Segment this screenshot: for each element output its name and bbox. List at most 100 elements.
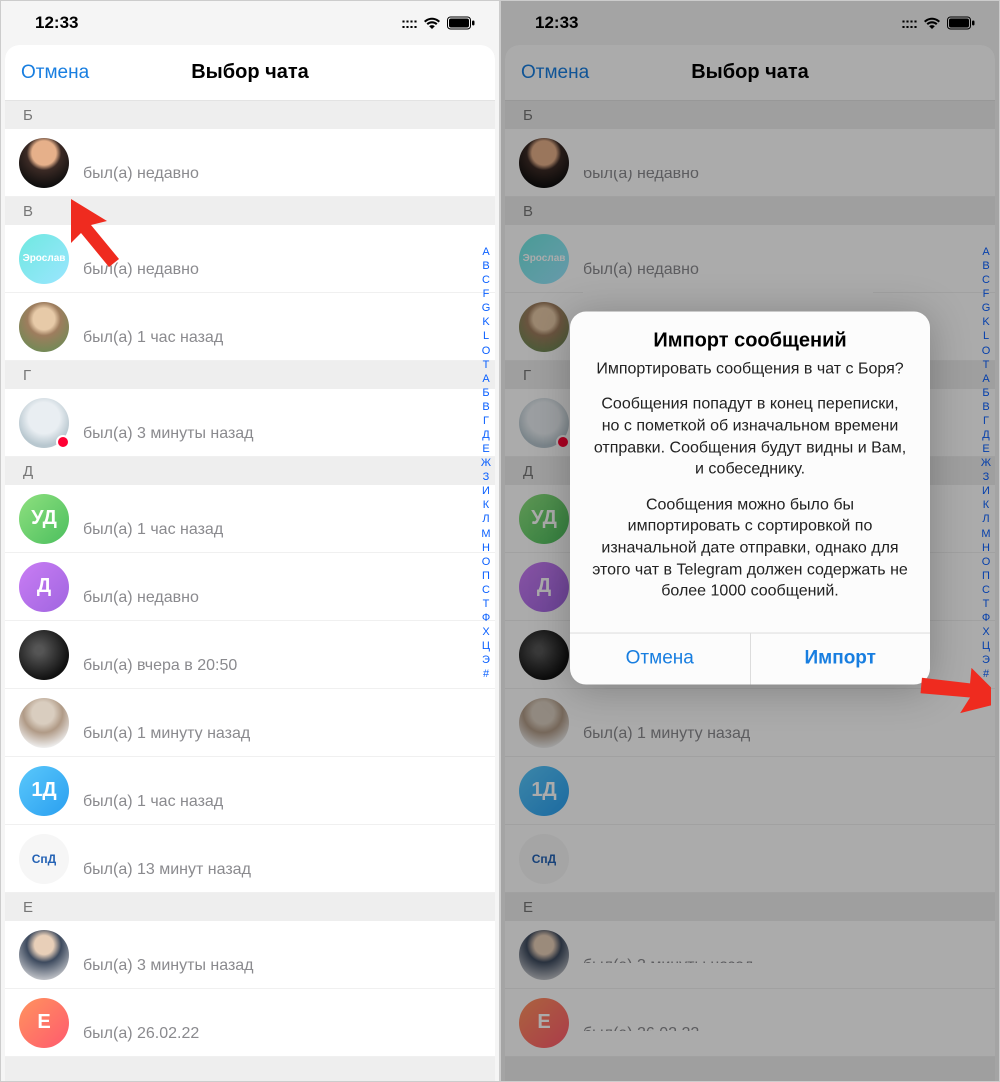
chat-row[interactable]: был(а) недавно: [5, 129, 495, 197]
status-time: 12:33: [35, 13, 78, 33]
chat-row[interactable]: УД был(а) 1 час назад: [5, 485, 495, 553]
section-header: Г: [5, 361, 495, 389]
chat-row[interactable]: был(а) вчера в 20:50: [5, 621, 495, 689]
index-letter[interactable]: F: [479, 287, 493, 301]
avatar: Д: [19, 562, 69, 612]
chat-status: был(а) 26.02.22: [83, 1025, 481, 1043]
chat-row[interactable]: Е был(а) 26.02.22: [5, 989, 495, 1057]
avatar: [19, 930, 69, 980]
avatar: СпД: [19, 834, 69, 884]
sheet: Отмена Выбор чата Б был(а) недавно В Эро…: [5, 45, 495, 1081]
status-right: ::::: [401, 15, 475, 32]
nav-bar: Отмена Выбор чата: [5, 45, 495, 101]
index-letter[interactable]: Ф: [479, 611, 493, 625]
screen-import-dialog: 12:33 :::: Отмена Выбор чата Б был(а) не…: [500, 0, 1000, 1082]
index-letter[interactable]: Т: [479, 597, 493, 611]
index-letter[interactable]: Э: [479, 653, 493, 667]
dialog-title: Импорт сообщений: [570, 311, 930, 358]
dialog-text: Импортировать сообщения в чат с Боря?: [592, 358, 908, 380]
avatar: [19, 398, 69, 448]
avatar: Эрослав: [19, 234, 69, 284]
index-letter[interactable]: Л: [479, 512, 493, 526]
index-letter[interactable]: #: [479, 667, 493, 681]
avatar-label: Эрослав: [23, 253, 66, 264]
index-letter[interactable]: Ц: [479, 639, 493, 653]
chat-status: был(а) 3 минуты назад: [83, 957, 481, 975]
cancel-button[interactable]: Отмена: [21, 62, 89, 84]
dialog-cancel-button[interactable]: Отмена: [570, 633, 751, 684]
chat-status: был(а) недавно: [83, 165, 481, 183]
chat-row[interactable]: был(а) 3 минуты назад: [5, 921, 495, 989]
import-dialog: Импорт сообщений Импортировать сообщения…: [570, 311, 930, 684]
index-letter[interactable]: Ж: [479, 456, 493, 470]
chat-status: был(а) 1 час назад: [83, 521, 481, 539]
chat-row[interactable]: был(а) 1 минуту назад: [5, 689, 495, 757]
index-letter[interactable]: L: [479, 329, 493, 343]
index-letter[interactable]: Г: [479, 414, 493, 428]
avatar-label: УД: [31, 507, 57, 530]
index-letter[interactable]: О: [479, 555, 493, 569]
dialog-text: Сообщения попадут в конец переписки, но …: [592, 394, 908, 480]
chat-status: был(а) вчера в 20:50: [83, 657, 481, 675]
index-letter[interactable]: Х: [479, 625, 493, 639]
dialog-body: Импортировать сообщения в чат с Боря? Со…: [570, 358, 930, 632]
index-letter[interactable]: Н: [479, 541, 493, 555]
chat-row[interactable]: СпД был(а) 13 минут назад: [5, 825, 495, 893]
avatar: [19, 138, 69, 188]
avatar-label: Д: [37, 575, 51, 598]
index-letter[interactable]: B: [479, 259, 493, 273]
chat-row[interactable]: Д был(а) недавно: [5, 553, 495, 621]
index-letter[interactable]: A: [479, 245, 493, 259]
chat-status: был(а) 3 минуты назад: [83, 425, 481, 443]
avatar: УД: [19, 494, 69, 544]
index-letter[interactable]: Б: [479, 386, 493, 400]
index-letter[interactable]: K: [479, 315, 493, 329]
chat-status: был(а) 13 минут назад: [83, 861, 481, 879]
battery-icon: [447, 16, 475, 30]
chat-row[interactable]: был(а) 3 минуты назад: [5, 389, 495, 457]
index-letter[interactable]: A: [479, 372, 493, 386]
index-letter[interactable]: T: [479, 358, 493, 372]
status-bar: 12:33 ::::: [1, 1, 499, 45]
section-header: Е: [5, 893, 495, 921]
chat-status: был(а) 1 час назад: [83, 793, 481, 811]
index-letter[interactable]: C: [479, 273, 493, 287]
index-letter[interactable]: З: [479, 470, 493, 484]
wifi-icon: [423, 16, 441, 30]
section-header: Д: [5, 457, 495, 485]
dialog-buttons: Отмена Импорт: [570, 632, 930, 684]
avatar: 1Д: [19, 766, 69, 816]
chat-status: был(а) недавно: [83, 589, 481, 607]
avatar-label: Е: [37, 1011, 50, 1034]
section-header: Б: [5, 101, 495, 129]
dialog-confirm-button[interactable]: Импорт: [751, 633, 931, 684]
avatar-label: 1Д: [31, 779, 56, 802]
signal-icon: ::::: [401, 15, 417, 32]
index-letter[interactable]: В: [479, 400, 493, 414]
chat-row[interactable]: был(а) 1 час назад: [5, 293, 495, 361]
chat-status: был(а) 1 час назад: [83, 329, 481, 347]
index-letter[interactable]: G: [479, 301, 493, 315]
chat-status: был(а) недавно: [83, 261, 481, 279]
index-letter[interactable]: К: [479, 498, 493, 512]
index-letter[interactable]: Е: [479, 442, 493, 456]
chat-row[interactable]: 1Д был(а) 1 час назад: [5, 757, 495, 825]
avatar: [19, 630, 69, 680]
avatar: Е: [19, 998, 69, 1048]
index-letter[interactable]: O: [479, 344, 493, 358]
online-dot-icon: [56, 435, 70, 449]
section-header: В: [5, 197, 495, 225]
chat-status: был(а) 1 минуту назад: [83, 725, 481, 743]
dialog-text: Сообщения можно было бы импортировать с …: [592, 494, 908, 602]
avatar: [19, 302, 69, 352]
chat-row[interactable]: Эрослав был(а) недавно: [5, 225, 495, 293]
avatar: [19, 698, 69, 748]
index-letter[interactable]: П: [479, 569, 493, 583]
screen-chat-select: 12:33 :::: Отмена Выбор чата Б был(а) не…: [0, 0, 500, 1082]
index-letter[interactable]: С: [479, 583, 493, 597]
index-letter[interactable]: И: [479, 484, 493, 498]
index-letter[interactable]: М: [479, 527, 493, 541]
chat-list[interactable]: Б был(а) недавно В Эрослав был(а) недавн…: [5, 101, 495, 1081]
index-strip[interactable]: ABCFGKLOTAБВГДЕЖЗИКЛМНОПСТФХЦЭ#: [479, 245, 493, 681]
index-letter[interactable]: Д: [479, 428, 493, 442]
